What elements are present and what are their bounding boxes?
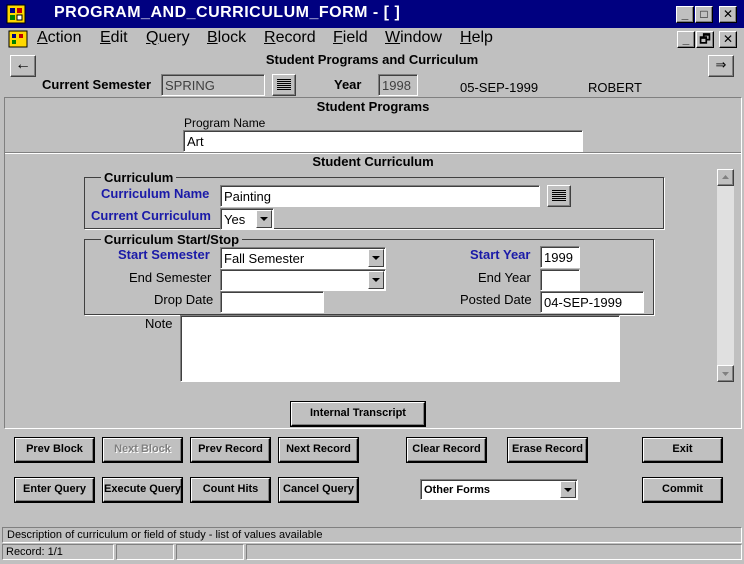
doc-close-button[interactable]: ✕ [719,31,737,48]
current-curriculum-label: Current Curriculum [91,208,211,223]
year-label: Year [334,77,362,92]
current-date: 05-SEP-1999 [460,80,539,95]
minimize-icon: _ [681,7,689,21]
list-icon [277,79,291,91]
program-name-label: Program Name [184,116,266,130]
exit-button[interactable]: Exit [643,438,722,462]
start-year-label: Start Year [470,247,531,262]
next-block-button[interactable]: Next Block [103,438,182,462]
student-curriculum-title: Student Curriculum [312,154,434,169]
title-bar: PROGRAM_AND_CURRICULUM_FORM - [ ] _ □ ✕ [0,0,744,28]
end-year-field[interactable] [540,269,580,291]
arrow-left-icon: ← [15,56,31,73]
record-count: Record: 1/1 [6,546,63,558]
student-programs-title: Student Programs [316,99,430,114]
triangle-down-icon [722,372,729,376]
close-button[interactable]: ✕ [719,6,737,23]
count-hits-button[interactable]: Count Hits [191,478,270,502]
next-record-button[interactable]: Next Record [279,438,358,462]
posted-date-label: Posted Date [460,292,532,307]
enter-query-button[interactable]: Enter Query [15,478,94,502]
list-icon [552,190,566,202]
drop-date-field[interactable] [220,291,324,313]
record-indicator: Record: 1/1 [2,544,114,560]
year-field[interactable]: 1998 [378,74,418,96]
maximize-button[interactable]: □ [695,6,713,23]
note-textarea[interactable] [180,315,620,382]
menu-help[interactable]: Help [460,29,493,47]
curriculum-startstop-title: Curriculum Start/Stop [101,232,243,247]
menu-window[interactable]: Window [385,29,442,47]
chevron-down-icon[interactable] [368,271,384,289]
start-year-field[interactable]: 1999 [540,246,580,268]
window-title: PROGRAM_AND_CURRICULUM_FORM - [ ] [54,4,401,21]
triangle-up-icon [722,175,729,179]
status-message: Description of curriculum or field of st… [7,529,323,541]
cancel-query-button[interactable]: Cancel Query [279,478,358,502]
current-semester-field[interactable]: SPRING [161,74,265,96]
curriculum-group-title: Curriculum [101,170,177,185]
menu-edit[interactable]: Edit [100,29,128,47]
other-forms-select[interactable]: Other Forms [420,479,578,500]
start-semester-label: Start Semester [118,247,210,262]
current-user: ROBERT [588,80,642,95]
clear-record-button[interactable]: Clear Record [407,438,486,462]
status-panel-2 [116,544,174,560]
end-semester-select[interactable] [220,269,386,291]
scroll-down-button[interactable] [717,365,734,382]
minimize-icon: _ [682,32,690,46]
oracle-forms-app-icon[interactable] [6,4,26,24]
end-semester-label: End Semester [129,270,212,285]
status-panel-3 [176,544,244,560]
current-semester-label: Current Semester [42,77,152,92]
curriculum-list-button[interactable] [547,185,571,207]
maximize-icon: □ [700,7,708,21]
drop-date-label: Drop Date [154,292,214,307]
menu-bar: Action Edit Query Block Record Field Win… [0,28,744,50]
prev-record-button[interactable]: Prev Record [191,438,270,462]
status-message-panel: Description of curriculum or field of st… [2,527,742,543]
note-label: Note [145,316,173,331]
back-button[interactable]: ← [10,55,36,77]
posted-date-field[interactable]: 04-SEP-1999 [540,291,644,313]
prev-block-button[interactable]: Prev Block [15,438,94,462]
commit-button[interactable]: Commit [643,478,722,502]
arrow-right-icon: ⇒ [715,57,727,72]
status-panel-4 [246,544,742,560]
menu-action[interactable]: Action [37,29,81,47]
end-year-label: End Year [478,270,531,285]
form-title: Student Programs and Curriculum [265,52,479,67]
forward-button[interactable]: ⇒ [708,55,734,77]
chevron-down-icon[interactable] [560,481,576,498]
execute-query-button[interactable]: Execute Query [103,478,182,502]
start-semester-select[interactable]: Fall Semester [220,247,386,269]
scroll-up-button[interactable] [717,169,734,186]
current-curriculum-select[interactable]: Yes [220,208,274,230]
menu-query[interactable]: Query [146,29,190,47]
erase-record-button[interactable]: Erase Record [508,438,587,462]
restore-icon: 🗗 [699,32,711,46]
doc-minimize-button[interactable]: _ [677,31,695,48]
chevron-down-icon[interactable] [256,210,272,228]
program-name-field[interactable]: Art [183,130,583,152]
doc-restore-button[interactable]: 🗗 [696,31,714,48]
close-icon: ✕ [722,7,734,21]
curriculum-name-label: Curriculum Name [101,186,210,201]
internal-transcript-button[interactable]: Internal Transcript [291,402,425,426]
menu-field[interactable]: Field [333,29,368,47]
close-icon: ✕ [722,32,734,46]
minimize-button[interactable]: _ [676,6,694,23]
document-icon[interactable] [8,30,28,48]
status-bar: Record: 1/1 [2,544,742,561]
menu-block[interactable]: Block [207,29,246,47]
semester-list-button[interactable] [272,74,296,96]
menu-record[interactable]: Record [264,29,316,47]
curriculum-name-field[interactable]: Painting [220,185,540,207]
chevron-down-icon[interactable] [368,249,384,267]
vertical-scrollbar[interactable] [717,169,734,382]
